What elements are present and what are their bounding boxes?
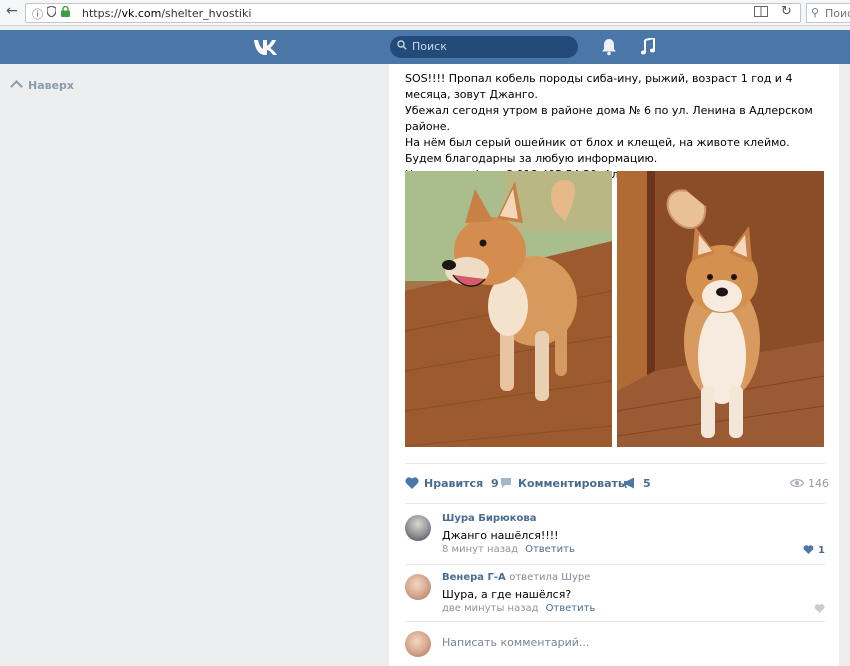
reply-link[interactable]: Ответить [546,603,596,614]
back-to-top-label: Наверх [28,79,75,92]
vk-logo[interactable] [252,37,282,57]
comment-meta: две минуты назад Ответить [442,603,595,614]
chevron-up-icon [10,80,23,93]
avatar[interactable] [405,631,431,657]
like-button[interactable]: Нравится 9 [405,477,499,490]
heart-icon [405,477,419,489]
notifications-bell-icon[interactable] [601,38,619,56]
comment-bubble-icon [501,478,511,488]
comment-like-button[interactable] [814,604,825,615]
heart-icon [814,604,825,613]
comment-text: Шура, а где нашёлся? [442,588,572,601]
eye-icon [789,479,805,487]
post-text: SOS!!!! Пропал кобель породы сиба-ину, р… [405,71,825,183]
url-scheme: https:// [82,7,122,20]
avatar[interactable] [405,574,431,600]
vk-header: Поиск [0,30,850,64]
divider [405,503,825,504]
like-label: Нравится [424,477,484,490]
url-path: /shelter_hvostiki [161,7,252,20]
browser-search-placeholder: Поиск [825,7,850,20]
url-text: https://vk.com/shelter_hvostiki [82,7,251,20]
music-note-icon[interactable] [640,36,658,56]
search-icon [397,40,407,53]
post-text-line: На нём был серый ошейник от блох и клеще… [405,136,790,149]
search-icon: ⚲ [811,6,820,19]
shield-icon[interactable] [46,5,57,20]
vk-search-placeholder: Поиск [412,40,447,53]
lock-icon[interactable] [61,5,70,20]
comment-author-name: Шура Бирюкова [442,513,537,524]
browser-search-input[interactable]: ⚲ Поиск [806,3,850,23]
comment-input[interactable]: Написать комментарий... [442,636,589,649]
heart-icon [803,545,814,554]
back-to-top-link[interactable]: Наверх [10,79,75,93]
post-text-line: SOS!!!! Пропал кобель породы сиба-ину, р… [405,72,793,101]
comment-text: Джанго нашёлся!!!! [442,529,559,542]
address-bar[interactable]: ⓘ https://vk.com/shelter_hvostiki ↻ [25,3,801,23]
vk-search-input[interactable]: Поиск [390,36,578,58]
post-text-line: Убежал сегодня утром в районе дома № 6 п… [405,104,813,133]
reply-to-label: ответила Шуре [509,572,591,583]
comment-label: Комментировать [518,477,625,490]
comment-item: Шура Бирюкова Джанго нашёлся!!!! 8 минут… [405,513,825,563]
comment-item: Венера Г-А ответила Шуре Шура, а где наш… [405,572,825,622]
back-arrow-icon[interactable]: ← [6,3,18,19]
comment-author[interactable]: Шура Бирюкова [442,513,537,524]
avatar[interactable] [405,515,431,541]
reply-link[interactable]: Ответить [525,544,575,555]
share-count: 5 [643,477,651,490]
browser-toolbar: ← ⓘ https://vk.com/shelter_hvostiki ↻ ⚲ … [0,0,850,26]
comment-button[interactable]: Комментировать [500,477,625,490]
views-count: 146 [808,477,829,490]
post-actions-bar: Нравится 9 Комментировать 5 146 [405,463,829,504]
comment-time[interactable]: 8 минут назад [442,544,518,555]
comment-author[interactable]: Венера Г-А ответила Шуре [442,572,590,583]
write-comment-area: Написать комментарий... [405,627,825,666]
post-card: SOS!!!! Пропал кобель породы сиба-ину, р… [389,64,839,666]
share-button[interactable]: 5 [623,477,651,490]
views-counter: 146 [789,477,829,490]
comment-like-button[interactable]: 1 [803,545,825,556]
post-photo-dog-profile[interactable] [405,171,612,447]
post-text-line: Будем благодарны за любую информацию. [405,152,658,165]
reader-view-icon[interactable] [754,6,768,20]
url-host: vk.com [121,7,162,20]
like-count: 9 [490,477,499,490]
comment-author-name: Венера Г-А [442,572,506,583]
comment-meta: 8 минут назад Ответить [442,544,575,555]
megaphone-icon [624,477,634,489]
info-icon[interactable]: ⓘ [32,6,43,22]
comment-time[interactable]: две минуты назад [442,603,539,614]
comment-like-count: 1 [818,545,825,556]
reload-icon[interactable]: ↻ [781,4,792,19]
divider [405,564,825,565]
post-photo-dog-front[interactable] [617,171,824,447]
divider [405,621,825,622]
